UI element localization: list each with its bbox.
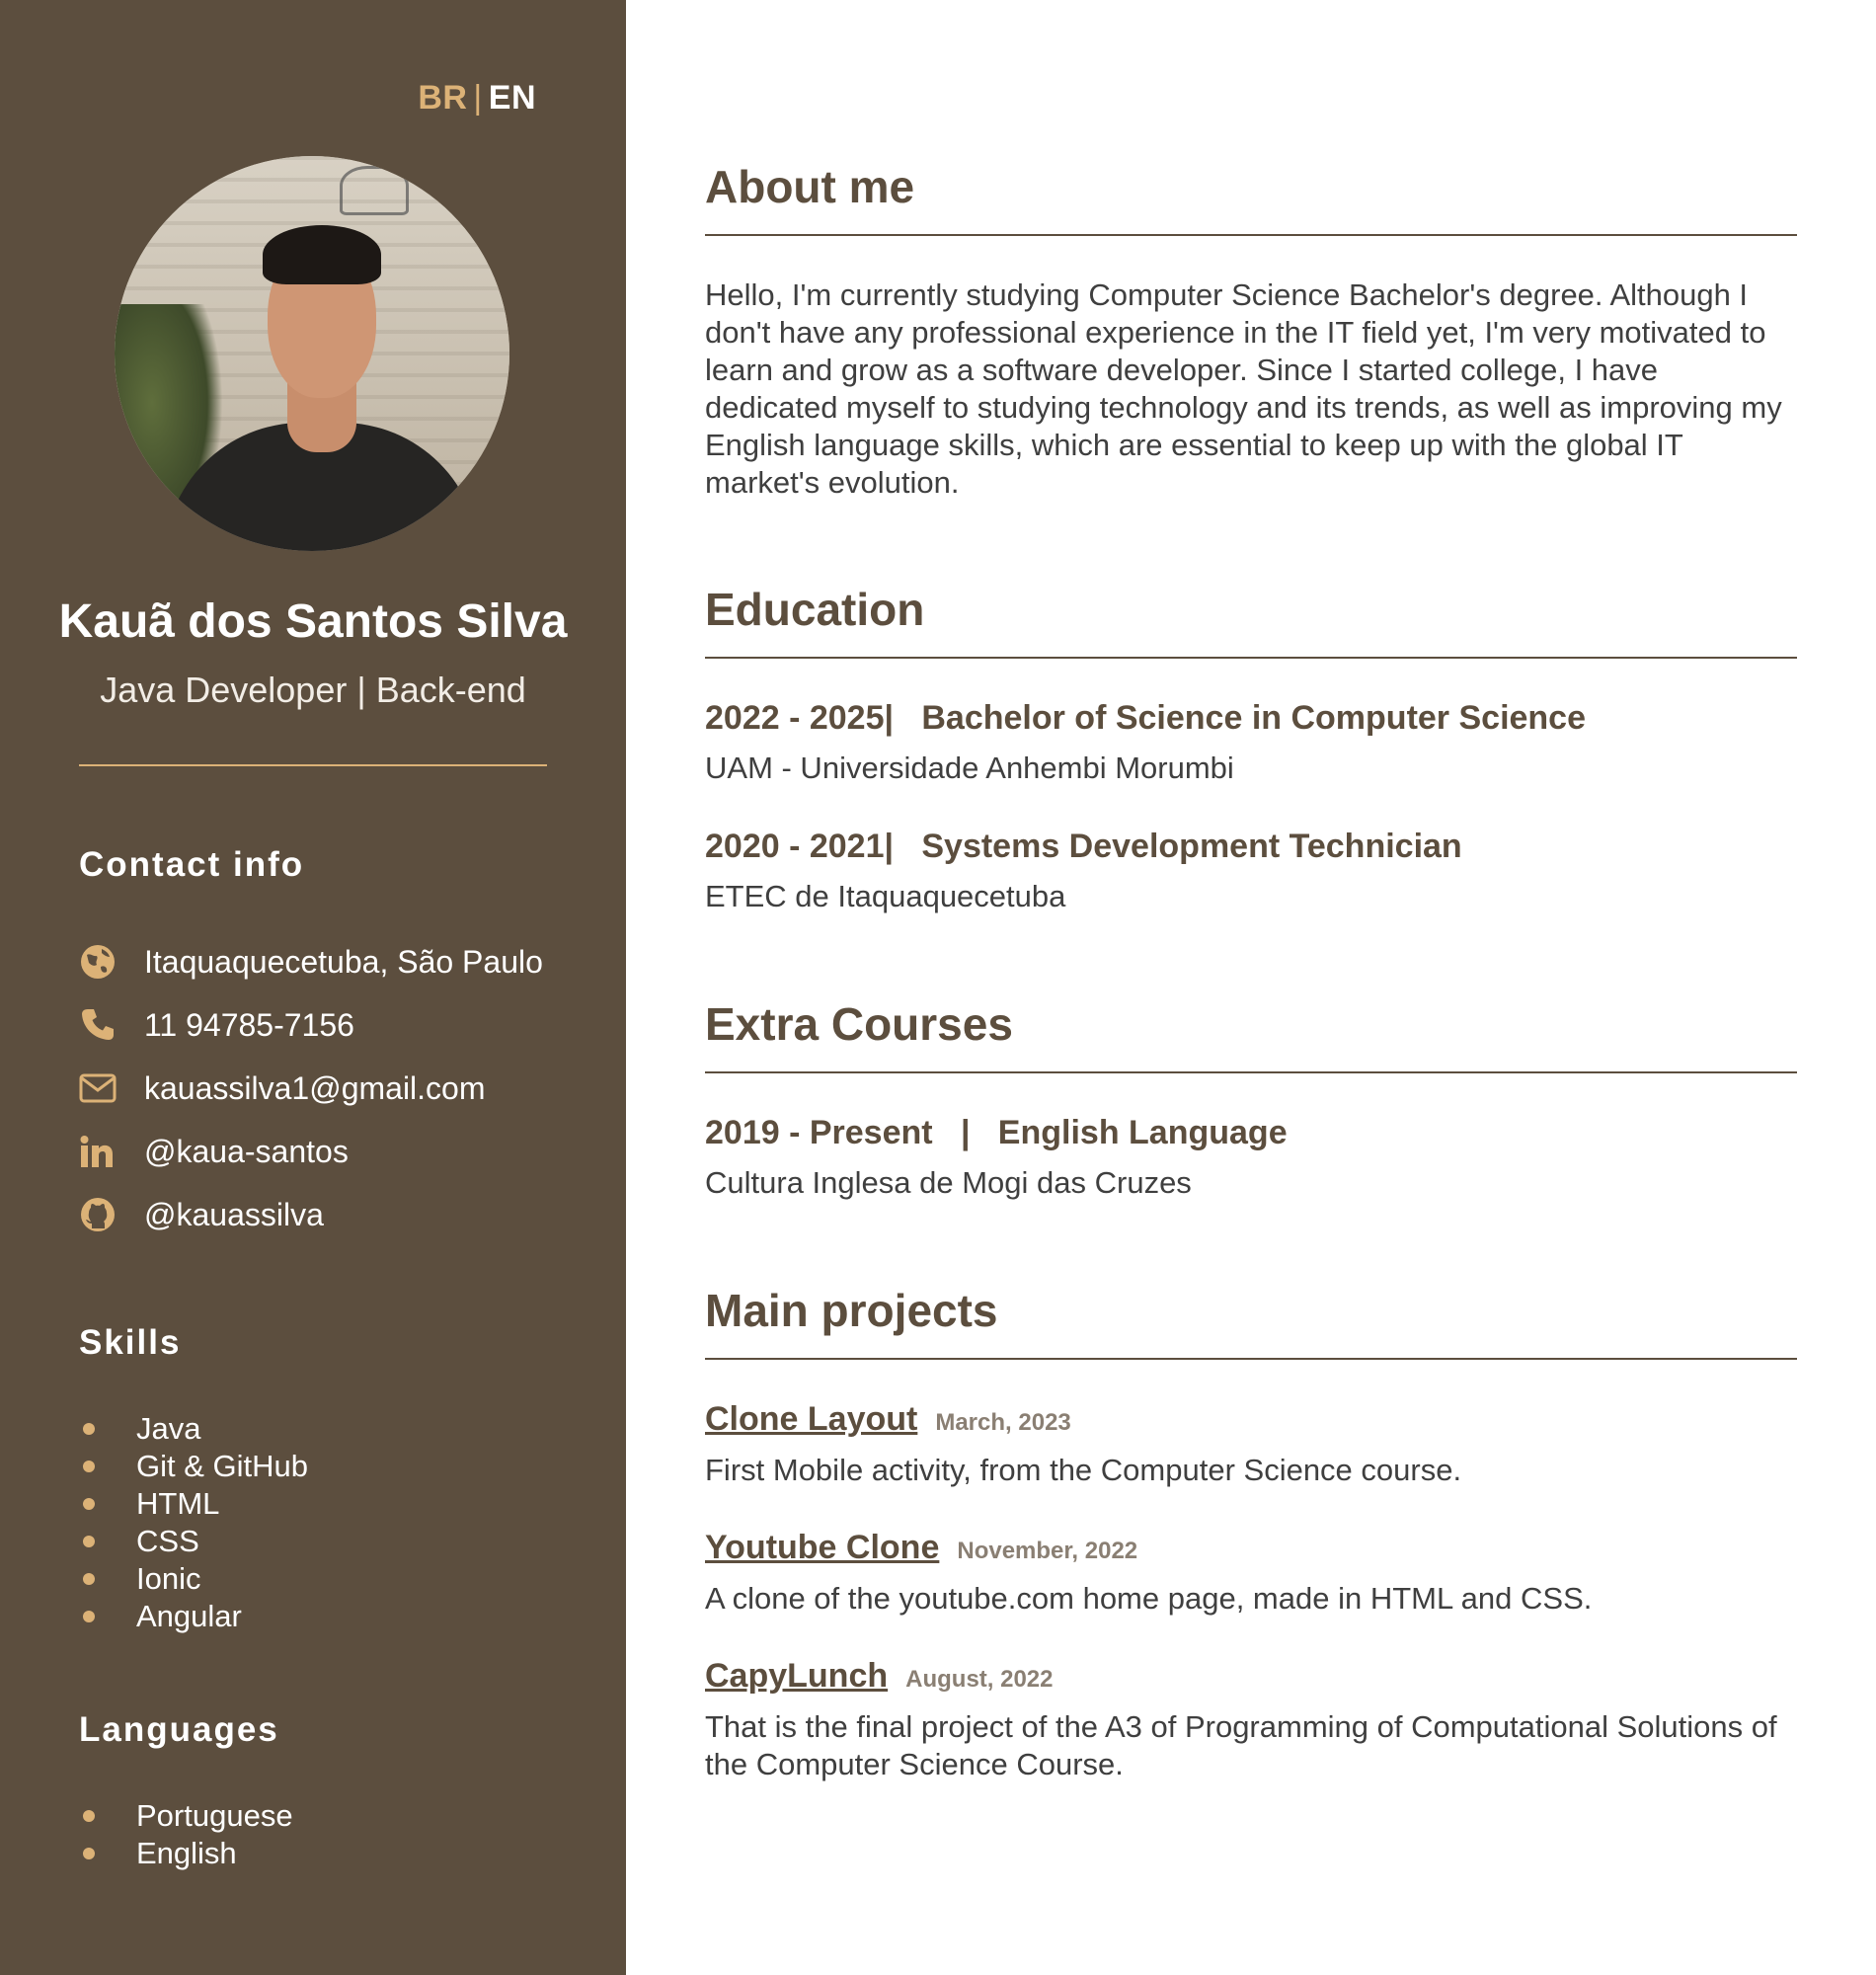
education-degree: Bachelor of Science in Computer Science (921, 699, 1587, 737)
contact-heading: Contact info (79, 845, 305, 884)
list-item: Portuguese (79, 1797, 293, 1835)
list-item: English (79, 1835, 293, 1872)
education-period: 2020 - 2021| (705, 828, 895, 865)
avatar (115, 156, 509, 551)
project-item: CapyLunch August, 2022 (705, 1657, 1054, 1696)
contact-location-text: Itaquaquecetuba, São Paulo (144, 943, 543, 980)
contact-list: Itaquaquecetuba, São Paulo 11 94785-7156… (79, 930, 543, 1246)
list-item: HTML (79, 1485, 308, 1523)
project-date: August, 2022 (905, 1666, 1054, 1693)
phone-icon (79, 1005, 144, 1045)
languages-list: Portuguese English (79, 1797, 293, 1872)
language-switch: BR | EN (418, 79, 536, 118)
list-item: Ionic (79, 1560, 308, 1598)
main-content: About me Hello, I'm currently studying C… (705, 0, 1797, 1975)
course-separator: | (960, 1114, 971, 1151)
sidebar-divider (79, 764, 547, 766)
contact-linkedin-link[interactable]: @kaua-santos (144, 1134, 349, 1170)
profile-name: Kauã dos Santos Silva (58, 595, 568, 648)
contact-email-link[interactable]: kauassilva1@gmail.com (144, 1070, 486, 1107)
contact-linkedin: @kaua-santos (79, 1120, 543, 1183)
project-item: Clone Layout March, 2023 (705, 1400, 1071, 1439)
contact-github-link[interactable]: @kauassilva (144, 1197, 324, 1233)
project-link[interactable]: CapyLunch (705, 1657, 888, 1695)
about-title: About me (705, 161, 915, 212)
list-item: Angular (79, 1598, 308, 1635)
list-item: Java (79, 1410, 308, 1448)
course-name: English Language (997, 1114, 1288, 1151)
course-school: Cultura Inglesa de Mogi das Cruzes (705, 1165, 1192, 1200)
skills-list: Java Git & GitHub HTML CSS Ionic Angular (79, 1410, 308, 1635)
language-en-link[interactable]: EN (489, 79, 536, 117)
about-text: Hello, I'm currently studying Computer S… (705, 277, 1782, 500)
skills-heading: Skills (79, 1323, 182, 1362)
globe-icon (79, 942, 144, 982)
education-title: Education (705, 584, 925, 635)
profile-role: Java Developer | Back-end (100, 670, 526, 710)
education-entry-1: 2022 - 2025| Bachelor of Science in Comp… (705, 699, 1586, 738)
language-separator: | (473, 79, 483, 117)
education-degree: Systems Development Technician (921, 828, 1462, 865)
contact-email: kauassilva1@gmail.com (79, 1057, 543, 1120)
education-divider (705, 657, 1797, 659)
contact-phone: 11 94785-7156 (79, 993, 543, 1057)
about-divider (705, 234, 1797, 236)
extra-courses-title: Extra Courses (705, 998, 1013, 1050)
project-item: Youtube Clone November, 2022 (705, 1529, 1137, 1567)
education-school: UAM - Universidade Anhembi Morumbi (705, 750, 1234, 785)
project-date: March, 2023 (935, 1409, 1071, 1436)
sidebar: BR | EN Kauã dos Santos Silva Java Develop… (0, 0, 626, 1975)
extra-courses-divider (705, 1071, 1797, 1073)
project-link[interactable]: Youtube Clone (705, 1529, 939, 1566)
project-link[interactable]: Clone Layout (705, 1400, 917, 1438)
contact-phone-text: 11 94785-7156 (144, 1006, 354, 1043)
project-description: First Mobile activity, from the Computer… (705, 1453, 1462, 1487)
email-icon (79, 1068, 144, 1108)
contact-location: Itaquaquecetuba, São Paulo (79, 930, 543, 993)
project-description: That is the final project of the A3 of P… (705, 1709, 1777, 1781)
education-school: ETEC de Itaquaquecetuba (705, 879, 1066, 913)
course-period: 2019 - Present (705, 1114, 933, 1151)
projects-divider (705, 1358, 1797, 1360)
education-period: 2022 - 2025| (705, 699, 895, 737)
github-icon (79, 1195, 144, 1234)
linkedin-icon (79, 1132, 144, 1171)
projects-title: Main projects (705, 1285, 998, 1336)
contact-github: @kauassilva (79, 1183, 543, 1246)
project-description: A clone of the youtube.com home page, ma… (705, 1581, 1593, 1616)
list-item: CSS (79, 1523, 308, 1560)
project-date: November, 2022 (957, 1538, 1138, 1564)
course-entry: 2019 - Present | English Language (705, 1114, 1288, 1152)
language-br-link[interactable]: BR (418, 79, 467, 117)
education-entry-2: 2020 - 2021| Systems Development Technic… (705, 828, 1462, 866)
languages-heading: Languages (79, 1710, 279, 1749)
list-item: Git & GitHub (79, 1448, 308, 1485)
